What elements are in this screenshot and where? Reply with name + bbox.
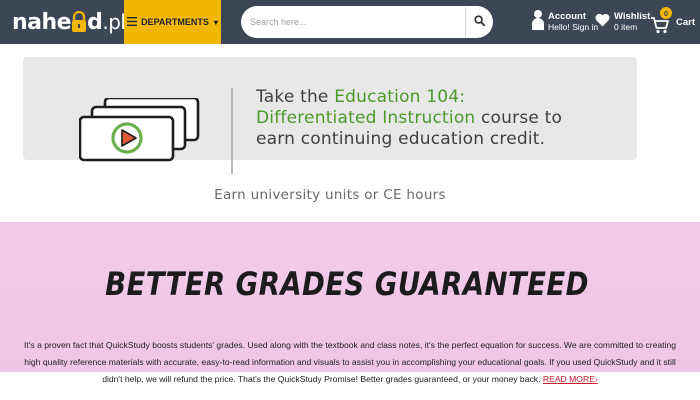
promo-text: Take the Education 104: Differentiated I… — [256, 87, 566, 150]
wishlist-link[interactable]: Wishlist 0 item — [595, 8, 650, 36]
logo-text-2: d — [87, 9, 103, 35]
account-signin: Hello! Sign in — [548, 22, 599, 32]
search-button[interactable] — [466, 6, 493, 38]
search-icon — [474, 13, 486, 31]
user-icon — [532, 9, 544, 36]
promo-subtitle: Earn university units or CE hours — [214, 187, 446, 203]
read-more-link[interactable]: READ MORE› — [543, 374, 598, 384]
site-logo[interactable]: nahe d .pk — [12, 7, 132, 37]
cart-count-badge: 0 — [660, 7, 672, 19]
promo-text-before: Take the — [256, 87, 335, 107]
course-promo-banner[interactable]: Take the Education 104: Differentiated I… — [23, 57, 637, 174]
banner-divider — [231, 88, 233, 174]
search-bar — [241, 6, 493, 38]
logo-lock-icon — [71, 11, 87, 33]
cart-icon: 0 — [650, 7, 672, 34]
guarantee-heading: BETTER GRADES GUARANTEED — [105, 265, 589, 303]
hamburger-icon — [127, 16, 138, 28]
guarantee-paragraph: It's a proven fact that QuickStudy boost… — [20, 337, 680, 388]
departments-button[interactable]: DEPARTMENTS ▾ — [124, 0, 221, 44]
logo-text: nahe — [12, 9, 72, 35]
video-play-icon — [78, 96, 201, 167]
cart-link[interactable]: 0 Cart — [650, 6, 695, 38]
heart-icon — [595, 13, 610, 32]
account-link[interactable]: Account Hello! Sign in — [532, 8, 598, 36]
wishlist-count: 0 item — [614, 22, 638, 32]
cart-label: Cart — [676, 16, 696, 28]
chevron-right-icon: › — [594, 374, 598, 384]
read-more-label: READ MORE — [542, 374, 595, 384]
top-header-bar: nahe d .pk DEPARTMENTS ▾ Search here... … — [0, 0, 700, 44]
departments-label: DEPARTMENTS — [141, 17, 209, 27]
wishlist-title: Wishlist — [614, 11, 651, 22]
account-title: Account — [548, 11, 586, 22]
caret-down-icon: ▾ — [213, 17, 218, 27]
search-input[interactable] — [241, 7, 465, 37]
